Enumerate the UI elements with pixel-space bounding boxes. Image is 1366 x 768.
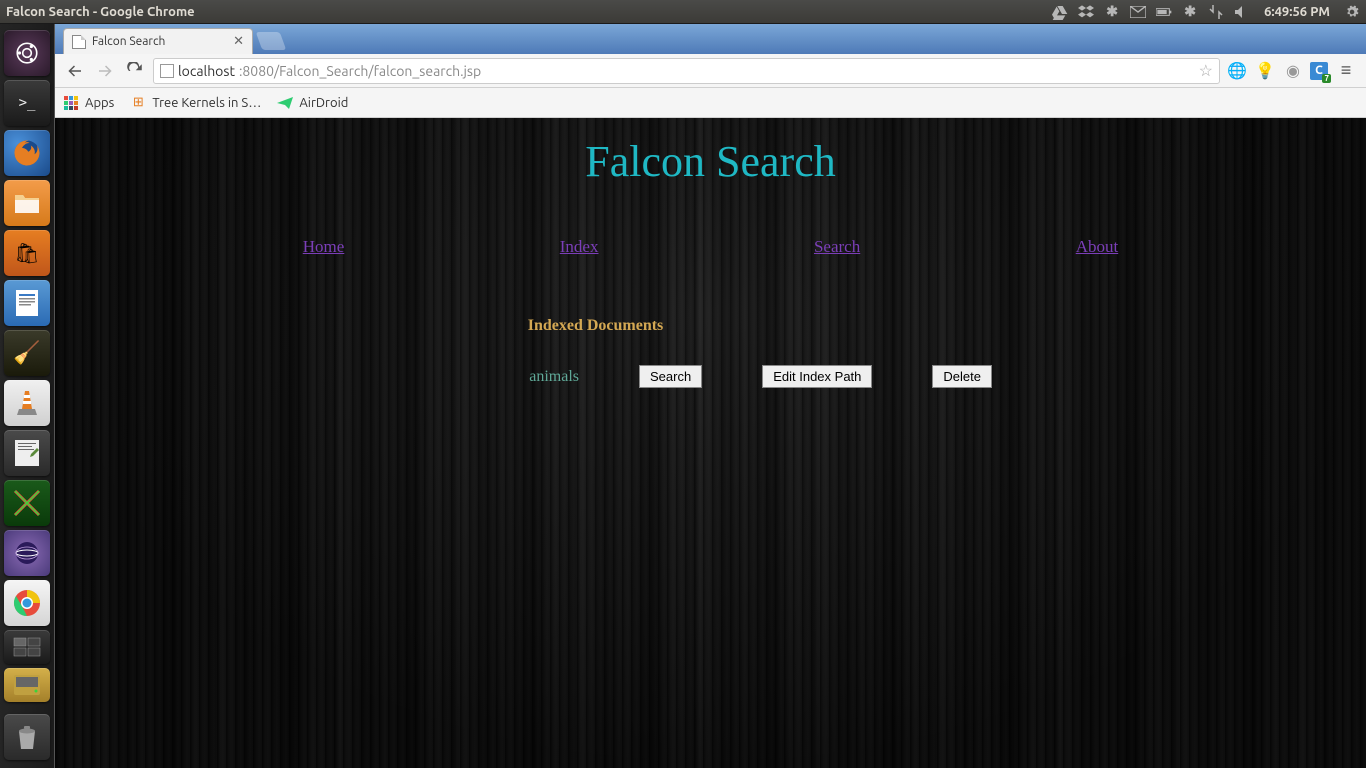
bookmark-star-icon[interactable]: ☆ [1199, 61, 1213, 80]
tab-title: Falcon Search [92, 35, 227, 48]
url-host: localhost [178, 63, 235, 79]
files-icon[interactable] [4, 180, 50, 226]
airdroid-label: AirDroid [299, 96, 348, 110]
tree-kernels-icon: ⊞ [130, 95, 146, 111]
tree-kernels-bookmark[interactable]: ⊞ Tree Kernels in S… [130, 95, 261, 111]
back-button[interactable] [63, 59, 87, 83]
dropbox-icon[interactable] [1078, 4, 1094, 20]
apps-bookmark[interactable]: Apps [63, 95, 114, 111]
firefox-icon[interactable] [4, 130, 50, 176]
disk-icon[interactable] [4, 668, 50, 702]
browser-toolbar: localhost:8080/Falcon_Search/falcon_sear… [55, 54, 1366, 88]
battery-icon[interactable] [1156, 4, 1172, 20]
browser-tab[interactable]: Falcon Search ✕ [63, 28, 253, 54]
clock[interactable]: 6:49:56 PM [1260, 5, 1334, 19]
volume-icon[interactable] [1234, 4, 1250, 20]
globe-ext-icon[interactable]: 🌐 [1226, 60, 1248, 82]
edit-index-path-button[interactable]: Edit Index Path [762, 365, 872, 388]
site-icon [160, 64, 174, 78]
document-icon[interactable] [4, 280, 50, 326]
nav-search[interactable]: Search [814, 237, 860, 257]
section-heading: Indexed Documents [55, 317, 1366, 335]
page-content: Falcon Search Home Index Search About In… [55, 118, 1366, 768]
eclipse-icon[interactable] [4, 530, 50, 576]
nav-home[interactable]: Home [303, 237, 345, 257]
page-title: Falcon Search [55, 118, 1366, 237]
chrome-window: Falcon Search ✕ localhost:8080/Falcon_Se… [54, 24, 1366, 768]
os-top-panel: Falcon Search - Google Chrome ✱ ✱ 6:49:5… [0, 0, 1366, 24]
document-row: animals Search Edit Index Path Delete [145, 365, 1366, 388]
network-icon[interactable] [1208, 4, 1224, 20]
close-tab-icon[interactable]: ✕ [233, 34, 244, 49]
unity-launcher: >_ 🛍 🧹 [0, 24, 54, 768]
grey-ext-icon[interactable]: ◉ [1282, 60, 1304, 82]
broom-icon[interactable]: 🧹 [4, 330, 50, 376]
address-bar[interactable]: localhost:8080/Falcon_Search/falcon_sear… [153, 58, 1220, 84]
workspace-switcher-icon[interactable] [4, 630, 50, 664]
chrome-icon[interactable] [4, 580, 50, 626]
delete-button[interactable]: Delete [932, 365, 992, 388]
page-icon [72, 35, 86, 49]
vlc-icon[interactable] [4, 380, 50, 426]
reload-button[interactable] [123, 59, 147, 83]
search-button[interactable]: Search [639, 365, 702, 388]
trash-icon[interactable] [4, 714, 50, 760]
bluetooth-icon[interactable]: ✱ [1104, 4, 1120, 20]
airdroid-icon [277, 95, 293, 111]
new-tab-button[interactable] [256, 32, 287, 50]
bookmarks-bar: Apps ⊞ Tree Kernels in S… AirDroid [55, 88, 1366, 118]
forward-button[interactable] [93, 59, 117, 83]
system-tray: ✱ ✱ 6:49:56 PM [1052, 4, 1360, 20]
window-title: Falcon Search - Google Chrome [6, 5, 1052, 19]
tree-kernels-label: Tree Kernels in S… [152, 96, 261, 110]
airdroid-bookmark[interactable]: AirDroid [277, 95, 348, 111]
chrome-menu-icon[interactable]: ≡ [1334, 60, 1358, 81]
bulb-ext-icon[interactable]: 💡 [1254, 60, 1276, 82]
nav-about[interactable]: About [1076, 237, 1119, 257]
green-x-icon[interactable] [4, 480, 50, 526]
url-path: :8080/Falcon_Search/falcon_search.jsp [239, 63, 481, 79]
terminal-icon[interactable]: >_ [4, 80, 50, 126]
c-ext-icon[interactable]: C7 [1310, 62, 1328, 80]
dash-icon[interactable] [4, 30, 50, 76]
software-center-icon[interactable]: 🛍 [4, 230, 50, 276]
bluetooth-icon-2[interactable]: ✱ [1182, 4, 1198, 20]
apps-grid-icon [63, 95, 79, 111]
gear-icon[interactable] [1344, 4, 1360, 20]
apps-label: Apps [85, 96, 114, 110]
mail-icon[interactable] [1130, 4, 1146, 20]
document-name: animals [519, 368, 579, 386]
nav-index[interactable]: Index [560, 237, 599, 257]
tab-strip: Falcon Search ✕ [55, 24, 1366, 54]
page-nav: Home Index Search About [55, 237, 1366, 317]
text-editor-icon[interactable] [4, 430, 50, 476]
gdrive-icon[interactable] [1052, 4, 1068, 20]
